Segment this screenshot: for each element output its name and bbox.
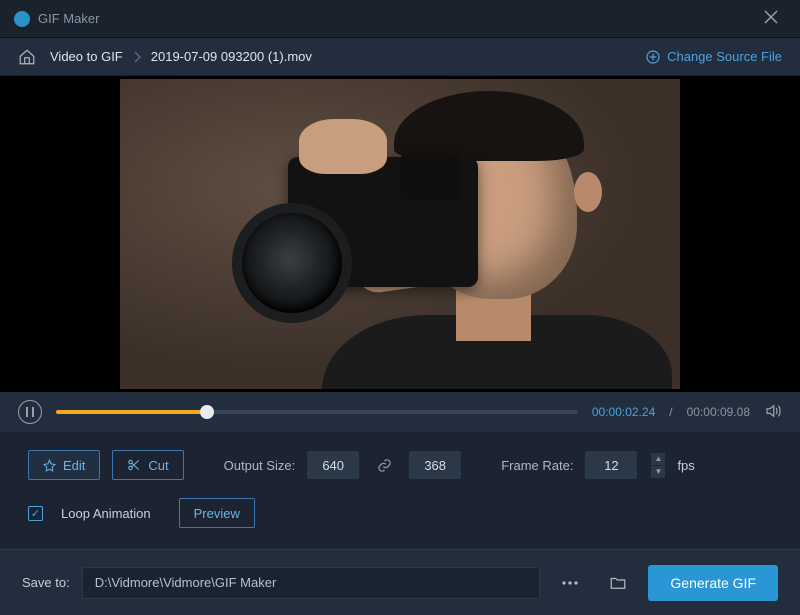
output-size-label: Output Size: <box>224 458 296 473</box>
edit-label: Edit <box>63 458 85 473</box>
chevron-right-icon <box>133 51 141 63</box>
video-frame[interactable] <box>120 79 680 389</box>
seek-handle[interactable] <box>200 405 214 419</box>
edit-button[interactable]: Edit <box>28 450 100 480</box>
breadcrumb: Video to GIF 2019-07-09 093200 (1).mov C… <box>0 38 800 76</box>
time-duration: 00:00:09.08 <box>687 405 750 419</box>
frame-rate-label: Frame Rate: <box>501 458 573 473</box>
fps-input[interactable] <box>585 451 637 479</box>
save-to-label: Save to: <box>22 575 70 590</box>
app-title: GIF Maker <box>38 11 99 26</box>
link-icon[interactable] <box>371 452 397 478</box>
fps-unit: fps <box>677 458 694 473</box>
video-content <box>120 79 680 389</box>
controls-row-1: Edit Cut Output Size: Frame Rate: ▲ ▼ fp… <box>28 450 772 480</box>
fps-up-button[interactable]: ▲ <box>651 453 665 465</box>
playback-bar: 00:00:02.24 / 00:00:09.08 <box>0 392 800 432</box>
preview-label: Preview <box>194 506 240 521</box>
time-current: 00:00:02.24 <box>592 405 655 419</box>
browse-folder-icon[interactable] <box>600 567 636 599</box>
close-icon[interactable] <box>756 4 786 33</box>
save-bar: Save to: Generate GIF <box>0 549 800 615</box>
volume-icon[interactable] <box>764 402 782 423</box>
change-source-label: Change Source File <box>667 49 782 64</box>
pin-icon <box>43 459 56 472</box>
loop-checkbox[interactable]: ✓ <box>28 506 43 521</box>
change-source-button[interactable]: Change Source File <box>645 49 782 65</box>
scissors-icon <box>127 458 141 472</box>
breadcrumb-root[interactable]: Video to GIF <box>50 49 123 64</box>
generate-label: Generate GIF <box>670 575 756 591</box>
fps-down-button[interactable]: ▼ <box>651 466 665 478</box>
video-preview-area <box>0 76 800 392</box>
height-input[interactable] <box>409 451 461 479</box>
app-logo-icon <box>14 11 30 27</box>
loop-label: Loop Animation <box>61 506 151 521</box>
title-bar: GIF Maker <box>0 0 800 38</box>
generate-gif-button[interactable]: Generate GIF <box>648 565 778 601</box>
seek-track[interactable] <box>56 410 578 414</box>
time-separator: / <box>669 405 672 419</box>
controls-panel: Edit Cut Output Size: Frame Rate: ▲ ▼ fp… <box>0 432 800 549</box>
cut-label: Cut <box>148 458 168 473</box>
cut-button[interactable]: Cut <box>112 450 183 480</box>
preview-button[interactable]: Preview <box>179 498 255 528</box>
fps-stepper: ▲ ▼ <box>651 453 665 478</box>
breadcrumb-file[interactable]: 2019-07-09 093200 (1).mov <box>151 49 312 64</box>
home-icon[interactable] <box>18 48 36 66</box>
controls-row-2: ✓ Loop Animation Preview <box>28 498 772 528</box>
pause-button[interactable] <box>18 400 42 424</box>
more-options-icon[interactable] <box>552 567 588 599</box>
pause-icon <box>26 407 34 417</box>
seek-progress <box>56 410 207 414</box>
plus-circle-icon <box>645 49 661 65</box>
save-path-input[interactable] <box>82 567 541 599</box>
width-input[interactable] <box>307 451 359 479</box>
